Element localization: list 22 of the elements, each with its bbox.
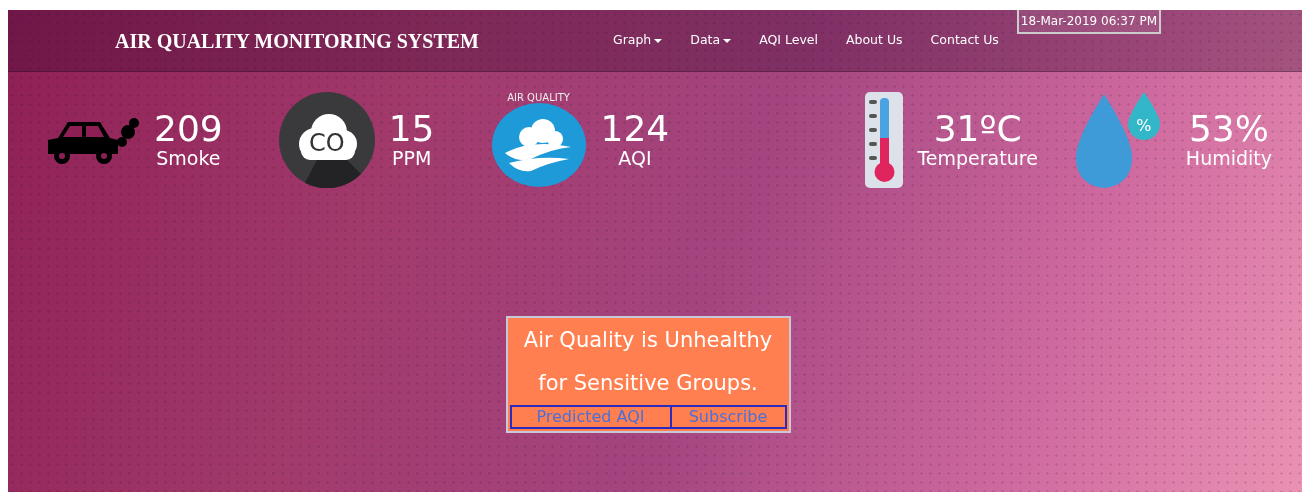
nav-link[interactable]: Contact Us <box>916 31 1013 50</box>
metric-value: 124 <box>600 110 670 147</box>
nav-link[interactable]: Graph <box>598 31 677 50</box>
date-time: 18-Mar-2019 06:37 PM <box>1016 10 1161 34</box>
nav-link[interactable]: AQI Level <box>745 31 832 50</box>
metric-value: 15 <box>388 110 435 147</box>
thermometer-icon <box>865 92 904 188</box>
icon-caption: AIR QUALITY <box>507 93 570 103</box>
metric-label: Humidity <box>1185 146 1272 170</box>
co-cloud-icon: CO <box>278 92 375 188</box>
nav-link[interactable]: About Us <box>832 31 917 50</box>
metric-label: Smoke <box>156 146 221 170</box>
metric-label: PPM <box>391 146 432 170</box>
metric-value: 53% <box>1188 110 1269 147</box>
nav-link[interactable]: Data <box>676 31 746 50</box>
metric-value: 31ºC <box>933 110 1022 147</box>
metric-label: Temperature <box>917 146 1038 170</box>
metric-label: AQI <box>618 146 652 170</box>
site-title: AIR QUALITY MONITORING SYSTEM <box>115 28 479 54</box>
metric-value: 209 <box>154 110 223 147</box>
status-message: Air Quality is Unhealthy for Sensitive Groups. <box>522 327 774 397</box>
wave-cloud-icon <box>490 103 587 187</box>
